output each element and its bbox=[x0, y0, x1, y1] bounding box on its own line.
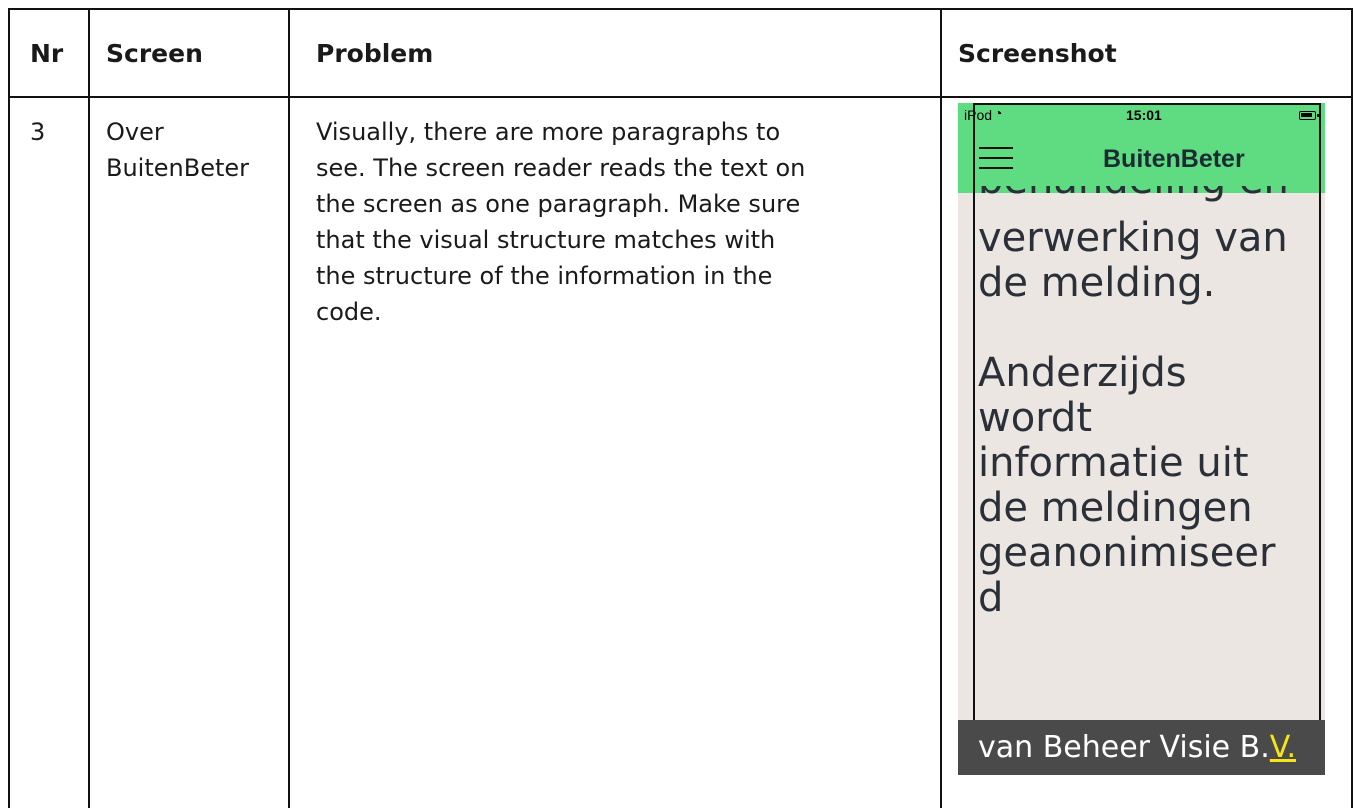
problem-line: code. bbox=[316, 298, 382, 326]
carrier-label: iPod bbox=[964, 107, 993, 123]
hamburger-menu-icon[interactable] bbox=[979, 147, 1013, 171]
phone-screenshot: iPod ◔ 15:01 BuitenBeter behandeling en … bbox=[958, 103, 1325, 775]
problem-line: Visually, there are more paragraphs to bbox=[316, 118, 781, 146]
paragraph-line: wordt bbox=[978, 395, 1093, 441]
caption-text: van Beheer Visie B. bbox=[978, 730, 1270, 765]
row-screen-line: BuitenBeter bbox=[106, 154, 250, 182]
status-time: 15:01 bbox=[1126, 107, 1162, 123]
about-text: behandeling en verwerking van de melding… bbox=[978, 186, 1318, 621]
column-divider bbox=[288, 8, 290, 808]
paragraph-line: geanonimiseer bbox=[978, 530, 1276, 576]
paragraph-line: verwerking van bbox=[978, 215, 1288, 261]
header-problem: Problem bbox=[316, 39, 434, 68]
problem-line: the screen as one paragraph. Make sure bbox=[316, 190, 801, 218]
problem-line: that the visual structure matches with bbox=[316, 226, 776, 254]
paragraph: verwerking van de melding. bbox=[978, 216, 1318, 306]
problem-line: the structure of the information in the bbox=[316, 262, 773, 290]
paragraph-line: informatie uit bbox=[978, 440, 1249, 486]
paragraph-line: Anderzijds bbox=[978, 350, 1187, 396]
paragraph-line: d bbox=[978, 575, 1004, 621]
voiceover-caption: van Beheer Visie B.V. bbox=[958, 720, 1325, 775]
status-bar: iPod ◔ 15:01 bbox=[958, 103, 1325, 127]
header-screenshot: Screenshot bbox=[958, 39, 1117, 68]
row-problem: Visually, there are more paragraphs to s… bbox=[316, 114, 926, 330]
header-screen: Screen bbox=[106, 39, 203, 68]
battery-icon bbox=[1299, 111, 1319, 120]
problem-line: see. The screen reader reads the text on bbox=[316, 154, 806, 182]
header-divider bbox=[8, 96, 1353, 98]
clipped-text: behandeling en bbox=[978, 186, 1289, 203]
voiceover-focus-frame-top bbox=[973, 103, 1321, 105]
clipped-text-line: behandeling en bbox=[978, 186, 1318, 208]
caption-highlight: V. bbox=[1269, 730, 1296, 765]
row-nr: 3 bbox=[30, 118, 46, 146]
wifi-icon: ◔ bbox=[994, 105, 1003, 121]
paragraph-line: de meldingen bbox=[978, 485, 1253, 531]
header-nr: Nr bbox=[30, 39, 64, 68]
column-divider bbox=[940, 8, 942, 808]
column-divider bbox=[88, 8, 90, 808]
row-screen: Over BuitenBeter bbox=[106, 114, 249, 186]
app-title: BuitenBeter bbox=[1103, 145, 1245, 173]
row-screen-line: Over bbox=[106, 118, 164, 146]
paragraph: Anderzijds wordt informatie uit de meldi… bbox=[978, 351, 1318, 621]
paragraph-line: de melding. bbox=[978, 260, 1216, 306]
